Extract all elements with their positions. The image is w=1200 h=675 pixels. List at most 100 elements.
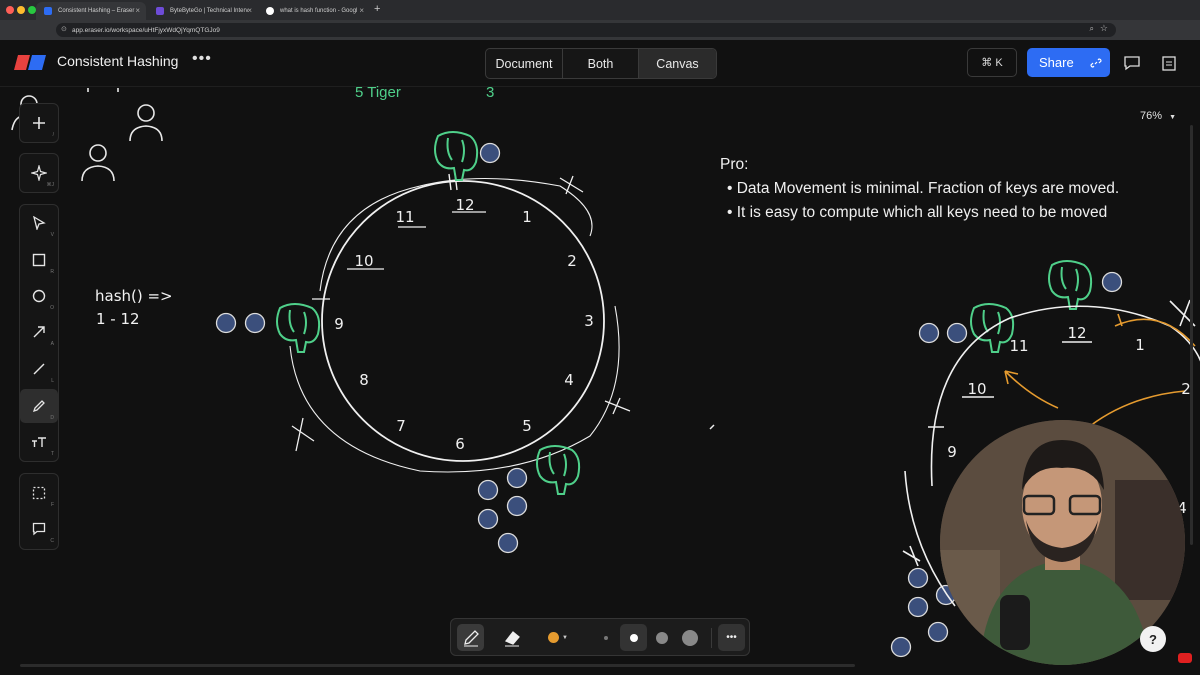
second-ring-number[interactable]: 11 — [1009, 337, 1028, 355]
close-tab-icon[interactable]: × — [359, 6, 364, 15]
ring-number[interactable]: 4 — [564, 371, 574, 389]
tab-title: ByteByteGo | Technical Interv — [170, 8, 249, 14]
line-tool[interactable]: L — [20, 352, 58, 386]
more-options-button[interactable]: ••• — [718, 624, 745, 651]
square-icon — [32, 253, 46, 267]
url-text: app.eraser.io/workspace/uHtFjyxWdQjYqmQT… — [72, 26, 220, 34]
second-ring-number[interactable]: 12 — [1067, 324, 1086, 342]
ring-number[interactable]: 5 — [522, 417, 532, 435]
size-dot — [629, 633, 638, 642]
ring-number[interactable]: 10 — [354, 252, 373, 270]
stray-mark — [709, 424, 715, 430]
maximize-window-icon[interactable] — [28, 6, 36, 14]
size-dot — [655, 631, 668, 644]
tiger-value[interactable]: 3 — [486, 84, 494, 101]
shortcut-hint: V — [50, 232, 54, 238]
command-palette-button[interactable]: ⌘ K — [967, 48, 1017, 77]
ring-number[interactable]: 9 — [334, 315, 344, 333]
eraser-logo-icon[interactable] — [14, 55, 46, 70]
drawing-toolbar: ▼ ••• — [450, 618, 750, 656]
browser-tab-active[interactable]: Consistent Hashing – Eraser × — [36, 2, 146, 20]
second-ring-number[interactable]: 9 — [947, 443, 957, 461]
address-bar[interactable]: ⊙ app.eraser.io/workspace/uHtFjyxWdQjYqm… — [56, 23, 1116, 37]
pen-button[interactable] — [457, 624, 484, 651]
ring-number[interactable]: 12 — [455, 196, 474, 214]
minimize-window-icon[interactable] — [17, 6, 25, 14]
bookmark-star-icon[interactable]: ☆ — [1100, 23, 1108, 34]
youtube-icon — [1178, 653, 1192, 663]
tab-title: what is hash function - Googl — [280, 8, 358, 14]
ring-number[interactable]: 3 — [584, 312, 594, 330]
ai-assist-button[interactable]: ⌘J — [20, 156, 58, 190]
stroke-size-large[interactable] — [676, 624, 703, 651]
both-view-button[interactable]: Both — [563, 49, 639, 78]
site-info-icon[interactable]: ⊙ — [61, 25, 67, 33]
view-mode-switcher: Document Both Canvas — [485, 48, 717, 79]
ring-number[interactable]: 6 — [455, 435, 465, 453]
vertical-scrollbar[interactable] — [1190, 125, 1193, 545]
rectangle-tool[interactable]: R — [20, 243, 58, 277]
zoom-icon[interactable]: ⌕ — [1090, 24, 1094, 34]
shortcut-hint: C — [50, 538, 54, 544]
link-icon — [1090, 58, 1102, 68]
zoom-control[interactable]: 76% ▼ — [1140, 110, 1176, 122]
close-tab-icon[interactable]: × — [247, 6, 252, 15]
zoom-level: 76% — [1140, 110, 1163, 122]
pen-tool[interactable]: D — [20, 389, 58, 423]
arrow-tool[interactable]: A — [20, 315, 58, 349]
document-title[interactable]: Consistent Hashing — [57, 53, 178, 69]
text-tool[interactable]: T — [20, 425, 58, 459]
stroke-size-small[interactable] — [620, 624, 647, 651]
add-button[interactable]: / — [20, 106, 58, 140]
help-button[interactable]: ? — [1140, 626, 1166, 652]
second-ring-number[interactable]: 10 — [967, 380, 986, 398]
shortcut-hint: L — [51, 378, 54, 384]
second-ring-number[interactable]: 1 — [1135, 336, 1145, 354]
ring-number[interactable]: 2 — [567, 252, 577, 270]
text-icon — [32, 437, 46, 447]
pros-notes[interactable]: Pro: • Data Movement is minimal. Fractio… — [720, 153, 1119, 225]
comment-tool[interactable]: C — [20, 512, 58, 546]
ring-number[interactable]: 8 — [359, 371, 369, 389]
ring-number[interactable]: 11 — [395, 208, 414, 226]
ellipse-tool[interactable]: O — [20, 279, 58, 313]
browser-tab[interactable]: ByteByteGo | Technical Interv × — [148, 2, 258, 20]
canvas-view-button[interactable]: Canvas — [639, 49, 716, 78]
eraser-icon — [504, 630, 520, 646]
chevron-down-icon: ▼ — [1169, 114, 1177, 121]
comments-icon[interactable] — [1123, 55, 1141, 71]
ring-number[interactable]: 1 — [522, 208, 532, 226]
frame-tool[interactable]: F — [20, 476, 58, 510]
stroke-size-tiny[interactable] — [592, 624, 619, 651]
notes-heading: Pro: — [720, 156, 749, 173]
browser-tab[interactable]: what is hash function - Googl × — [258, 2, 370, 20]
hash-range-label[interactable]: 1 - 12 — [96, 310, 140, 328]
horizontal-scrollbar[interactable] — [20, 664, 855, 667]
stroke-size-medium[interactable] — [648, 624, 675, 651]
new-tab-button[interactable]: + — [374, 3, 380, 15]
movement-arrows — [1004, 313, 1196, 427]
sparkle-icon — [31, 165, 47, 181]
color-swatch — [548, 632, 560, 643]
ring-number[interactable]: 7 — [396, 417, 406, 435]
close-tab-icon[interactable]: × — [135, 6, 140, 15]
more-options-button[interactable]: ••• — [192, 50, 212, 68]
shortcut-hint: R — [50, 269, 54, 275]
tiger-label[interactable]: 5 Tiger — [355, 84, 401, 101]
hash-function-label[interactable]: hash() => — [95, 287, 173, 305]
outline-panel-icon[interactable] — [1160, 54, 1178, 72]
document-view-button[interactable]: Document — [486, 49, 563, 78]
shortcut-hint: / — [52, 132, 54, 138]
divider — [711, 628, 712, 648]
shortcut-hint: ⌘J — [46, 182, 55, 188]
color-picker[interactable]: ▼ — [543, 624, 573, 651]
select-tool[interactable]: V — [20, 206, 58, 240]
share-button[interactable]: Share — [1027, 48, 1110, 77]
eraser-button[interactable] — [498, 624, 525, 651]
close-window-icon[interactable] — [6, 6, 14, 14]
line-icon — [33, 363, 45, 375]
browser-tab-bar: Consistent Hashing – Eraser × ByteByteGo… — [0, 0, 1200, 20]
shortcut-hint: O — [50, 305, 54, 311]
tab-title: Consistent Hashing – Eraser — [58, 8, 135, 14]
share-label: Share — [1039, 55, 1074, 70]
